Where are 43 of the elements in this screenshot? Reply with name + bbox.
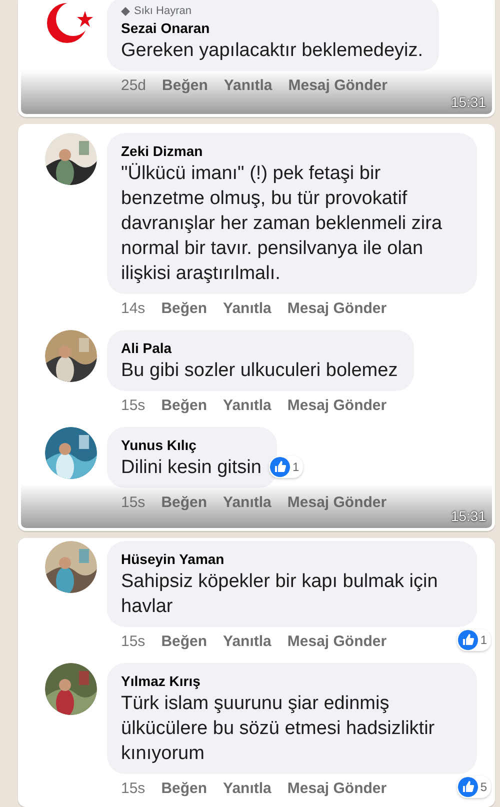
comment-age: 14s	[121, 300, 146, 317]
comment-action-link[interactable]: Mesaj Gönder	[287, 633, 387, 650]
comment-action-link[interactable]: Beğen	[161, 300, 208, 317]
reaction-count: 5	[480, 780, 487, 794]
comment-text: Sahipsiz köpekler bir kapı bulmak için havlar	[121, 570, 439, 620]
comment-action-link[interactable]: Mesaj Gönder	[288, 77, 388, 94]
comment-age: 15s	[121, 494, 146, 511]
comment-action-link[interactable]: Yanıtla	[223, 633, 272, 650]
comment-text: Türk islam şuurunu şiar edinmiş ülkücülere bu sözü etmesi hadsizliktir kınıyorum	[121, 692, 436, 766]
comment-age: 25d	[121, 77, 146, 94]
comment-age: 15s	[121, 633, 146, 650]
comment-action-link[interactable]: Mesaj Gönder	[287, 300, 387, 317]
comment-text: "Ülkücü imanı" (!) pek fetaşi bir benzetme olmuş, bu tür provokatif davranışlar her zaman beklenmeli zira normal bir tavır. pensilvanya ile olan ilişkisi araştırılmalı.	[121, 162, 444, 286]
commenter-name[interactable]: Yılmaz Kırış	[121, 671, 461, 692]
reaction-count: 1	[292, 460, 300, 474]
comment-text: Gereken yapılacaktır beklemedeyiz.	[121, 39, 424, 63]
reaction-count: 1	[480, 633, 487, 648]
fan-label: Sıkı Hayran	[134, 5, 192, 18]
comment-age: 15s	[121, 396, 146, 414]
comment-action-link[interactable]: Yanıtla	[223, 780, 272, 798]
comment-action-link[interactable]: Beğen	[161, 494, 208, 511]
commenter-name[interactable]: Zeki Dizman	[121, 140, 461, 161]
commenter-name[interactable]: Yunus Kılıç	[121, 434, 262, 455]
comment-action-link[interactable]: Yanıtla	[223, 396, 272, 414]
comment-action-link[interactable]: Beğen	[161, 396, 208, 414]
commenter-name[interactable]: Sezai Onaran	[121, 18, 424, 38]
comment-action-link[interactable]: Yanıtla	[223, 300, 272, 317]
message-time: 15:31	[450, 508, 486, 524]
comment-text: Bu gibi sozler ulkuculeri bolemez	[121, 358, 398, 383]
diamond-icon	[121, 7, 130, 16]
comment-action-link[interactable]: Beğen	[161, 780, 208, 798]
message-time: 15:31	[450, 94, 486, 110]
comment-action-link[interactable]: Beğen	[161, 633, 208, 650]
comment-action-link[interactable]: Mesaj Gönder	[287, 494, 387, 511]
comment-action-link[interactable]: Mesaj Gönder	[287, 396, 387, 414]
comment-age: 15s	[121, 780, 146, 798]
comment-action-link[interactable]: Yanıtla	[224, 77, 272, 94]
comment-action-link[interactable]: Beğen	[162, 77, 208, 94]
comment-action-link[interactable]: Yanıtla	[223, 494, 272, 511]
comment-action-link[interactable]: Mesaj Gönder	[287, 780, 387, 798]
commenter-name[interactable]: Hüseyin Yaman	[121, 549, 461, 570]
commenter-name[interactable]: Ali Pala	[121, 338, 398, 358]
comment-text: Dilini kesin gitsin	[121, 456, 262, 480]
